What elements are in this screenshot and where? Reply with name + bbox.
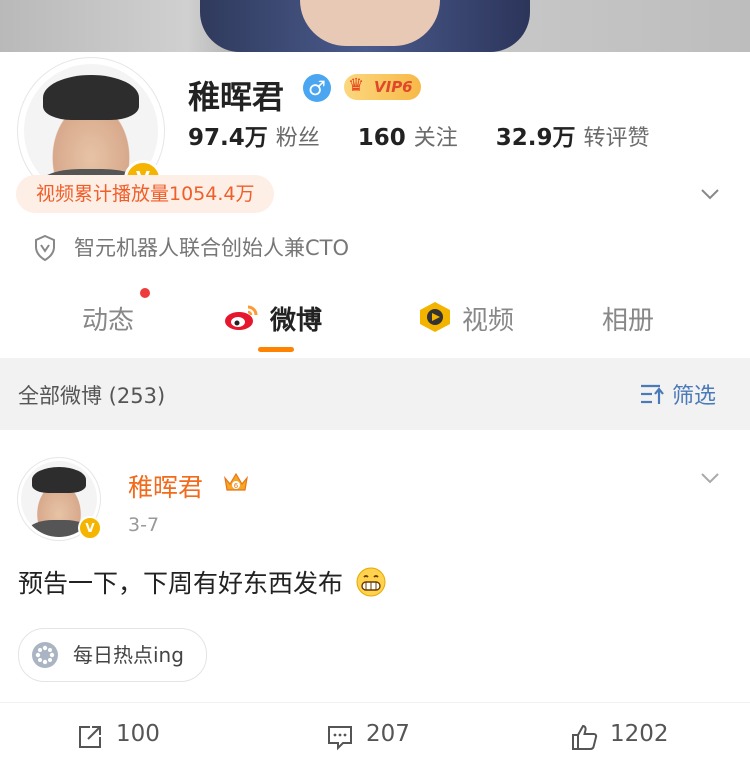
avatar-hair xyxy=(42,74,140,121)
post-text: 预告一下，下周有好东西发布 xyxy=(18,569,344,598)
tab-album[interactable]: 相册 xyxy=(602,300,654,337)
like-count: 1202 xyxy=(610,721,669,747)
male-icon: ♂ xyxy=(303,74,331,102)
active-tab-indicator xyxy=(258,347,294,352)
stat-label: 关注 xyxy=(413,126,458,151)
repost-icon xyxy=(79,726,101,748)
topic-label: 每日热点ing xyxy=(73,643,184,667)
tab-activity[interactable]: 动态 xyxy=(82,300,134,337)
stat-label: 转评赞 xyxy=(583,126,650,151)
profile-name: 稚晖君 xyxy=(188,78,285,116)
stat-value: 32.9万 xyxy=(495,125,576,151)
weibo-logo-icon xyxy=(225,305,258,330)
post-author-name[interactable]: 稚晖君 xyxy=(128,468,203,504)
video-views-tag[interactable]: 视频累计播放量1054.4万 xyxy=(16,175,275,213)
stat-followers[interactable]: 97.4万 粉丝 xyxy=(188,118,320,152)
stat-interactions[interactable]: 32.9万 转评赞 xyxy=(496,118,650,152)
stat-value: 160 xyxy=(357,125,406,151)
tab-label: 视频 xyxy=(462,306,515,336)
avatar-hair xyxy=(31,467,87,493)
comment-count: 207 xyxy=(366,721,410,747)
tab-label: 相册 xyxy=(602,306,655,336)
verified-v-icon: V xyxy=(78,516,102,540)
shield-icon xyxy=(35,235,55,261)
repost-count: 100 xyxy=(116,721,160,747)
post-date: 3-7 xyxy=(128,514,160,536)
unread-dot xyxy=(140,288,150,298)
vip-label: VIP6 xyxy=(374,78,413,96)
topic-tag[interactable]: 每日热点ing xyxy=(18,628,207,682)
svg-text:6: 6 xyxy=(234,482,239,490)
post-actions: 100 207 1202 xyxy=(0,702,750,775)
video-logo-icon xyxy=(420,302,450,332)
vip-badge[interactable]: ♛ VIP6 xyxy=(344,74,421,100)
post-body: 预告一下，下周有好东西发布 xyxy=(18,564,387,600)
chevron-down-icon[interactable] xyxy=(700,468,720,488)
tab-label: 动态 xyxy=(82,306,135,336)
all-weibo-count[interactable]: 全部微博 (253) xyxy=(18,380,165,410)
vip-crown-icon[interactable]: 6 xyxy=(222,470,250,496)
profile-stats: 97.4万 粉丝 160 关注 32.9万 转评赞 xyxy=(188,118,688,152)
stat-value: 97.4万 xyxy=(188,125,268,151)
profile-tabs: 动态 微博 视频 相册 xyxy=(0,288,750,358)
topic-icon xyxy=(32,642,58,668)
verification-text: 智元机器人联合创始人兼CTO xyxy=(74,236,350,260)
stat-label: 粉丝 xyxy=(275,126,320,151)
post-author-avatar[interactable]: V xyxy=(18,458,102,540)
filter-icon[interactable] xyxy=(640,382,666,406)
chevron-down-icon[interactable] xyxy=(700,184,720,204)
like-icon xyxy=(572,724,598,750)
stat-following[interactable]: 160 关注 xyxy=(358,120,458,152)
filter-button[interactable]: 筛选 xyxy=(672,378,716,410)
comment-icon xyxy=(328,726,352,751)
vip-crown-icon: ♛ xyxy=(348,75,365,96)
grin-emoji-icon xyxy=(356,567,386,597)
tab-label: 微博 xyxy=(270,306,323,336)
cover-photo[interactable] xyxy=(0,0,750,52)
weibo-post[interactable]: V 稚晖君 6 3-7 预告一下，下周有好东西发布 每日热点ing 100 20… xyxy=(0,430,750,780)
weibo-filter-bar: 全部微博 (253) 筛选 xyxy=(0,358,750,430)
